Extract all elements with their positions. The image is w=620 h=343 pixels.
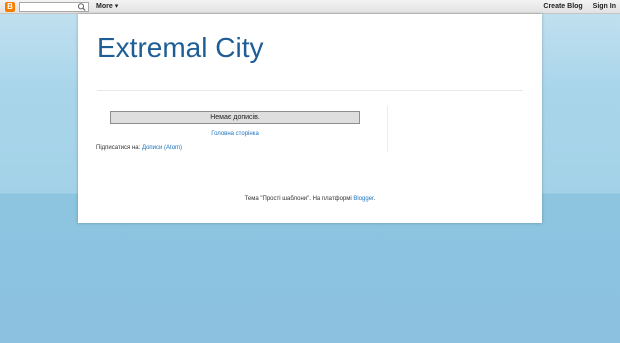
header-divider [97, 90, 523, 91]
create-blog-link[interactable]: Create Blog [543, 3, 582, 10]
subscribe-label: Підписатися на: [96, 145, 141, 151]
blog-page: Extremal City Немає дописів. Головна сто… [78, 14, 542, 223]
no-posts-message: Немає дописів. [110, 111, 360, 124]
footer-attribution: Тема "Прості шаблони". На платформі Blog… [78, 196, 542, 202]
navbar-actions: Create Blog Sign In [535, 2, 616, 12]
blog-title[interactable]: Extremal City [97, 32, 263, 64]
footer-text: Тема "Прості шаблони". На платформі [244, 196, 352, 202]
search-button[interactable] [76, 2, 88, 12]
atom-feed-link[interactable]: Дописи (Atom) [142, 145, 182, 151]
subscribe-line: Підписатися на: Дописи (Atom) [96, 145, 182, 151]
more-menu-label: More [96, 3, 113, 10]
home-page-link[interactable]: Головна сторінка [110, 131, 360, 137]
blogger-logo-icon[interactable]: B [5, 2, 15, 12]
blogger-link[interactable]: Blogger [353, 196, 373, 202]
caret-down-icon: ▾ [114, 3, 119, 10]
search-icon [77, 3, 86, 11]
sign-in-link[interactable]: Sign In [593, 3, 616, 10]
footer-suffix: . [373, 196, 376, 202]
sidebar-divider [387, 106, 388, 152]
more-menu[interactable]: More ▾ [96, 2, 118, 12]
blogger-navbar: B More ▾ Create Blog Sign In [0, 0, 620, 14]
